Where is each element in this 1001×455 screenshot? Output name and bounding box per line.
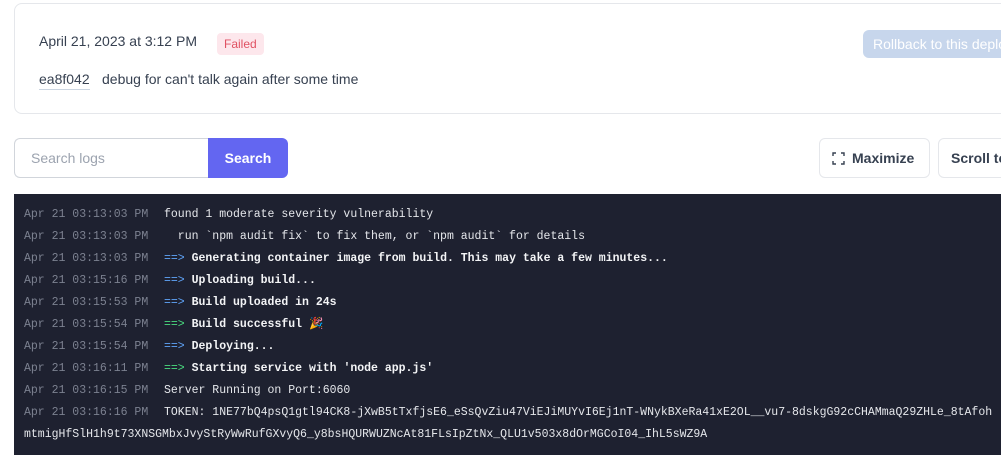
- search-input[interactable]: [14, 138, 210, 178]
- maximize-button[interactable]: Maximize: [819, 138, 930, 178]
- log-line: Apr 21 03:16:16 PM TOKEN: 1NE77bQ4psQ1gtl…: [14, 402, 1001, 424]
- log-message: run `npm audit fix` to fix them, or `npm…: [164, 230, 585, 243]
- deploy-date: April 21, 2023 at 3:12 PM: [39, 33, 197, 49]
- log-line: Apr 21 03:13:03 PM run `npm audit fix` t…: [14, 226, 1001, 248]
- log-panel[interactable]: Apr 21 03:13:03 PM found 1 moderate sever…: [14, 194, 1001, 455]
- log-lines: Apr 21 03:13:03 PM found 1 moderate sever…: [14, 204, 1001, 424]
- log-arrow-icon: ==>: [164, 252, 185, 265]
- log-line: Apr 21 03:15:53 PM ==> Build uploaded in …: [14, 292, 1001, 314]
- deploy-card: April 21, 2023 at 3:12 PM Failed ea8f042…: [14, 3, 1001, 114]
- log-timestamp: Apr 21 03:15:16 PM: [24, 274, 149, 287]
- log-timestamp: Apr 21 03:13:03 PM: [24, 252, 149, 265]
- maximize-icon: [832, 151, 845, 165]
- log-timestamp: Apr 21 03:15:53 PM: [24, 296, 149, 309]
- scroll-to-bottom-button[interactable]: Scroll to bottom: [938, 138, 1001, 178]
- commit-hash-link[interactable]: ea8f042: [39, 70, 90, 90]
- log-message: Generating container image from build. T…: [191, 252, 668, 265]
- log-timestamp: Apr 21 03:16:15 PM: [24, 384, 149, 397]
- log-timestamp: Apr 21 03:15:54 PM: [24, 318, 149, 331]
- log-line-wrap: mtmigHfSlH1h9t73XNSGMbxJvyStRyWwRufGXvyQ…: [24, 428, 708, 441]
- log-message: Deploying...: [191, 340, 275, 353]
- search-button[interactable]: Search: [208, 138, 288, 178]
- log-message: Server Running on Port:6060: [164, 384, 351, 397]
- log-arrow-icon: ==>: [164, 318, 185, 331]
- log-line: Apr 21 03:15:54 PM ==> Build successful 🎉: [14, 314, 1001, 336]
- log-line: Apr 21 03:13:03 PM found 1 moderate sever…: [14, 204, 1001, 226]
- rollback-button[interactable]: Rollback to this deploy: [863, 30, 1001, 58]
- log-line: Apr 21 03:16:11 PM ==> Starting service w…: [14, 358, 1001, 380]
- commit-message: debug for can't talk again after some ti…: [102, 71, 359, 87]
- log-message: TOKEN: 1NE77bQ4psQ1gtl94CK8-jXwB5tTxfjsE…: [164, 406, 993, 419]
- status-badge: Failed: [217, 33, 264, 55]
- log-message: Starting service with 'node app.js': [191, 362, 434, 375]
- log-timestamp: Apr 21 03:13:03 PM: [24, 208, 149, 221]
- log-timestamp: Apr 21 03:16:11 PM: [24, 362, 149, 375]
- log-timestamp: Apr 21 03:16:16 PM: [24, 406, 149, 419]
- log-message: found 1 moderate severity vulnerability: [164, 208, 434, 221]
- log-arrow-icon: ==>: [164, 340, 185, 353]
- maximize-label: Maximize: [852, 150, 915, 166]
- log-message: Build uploaded in 24s: [191, 296, 337, 309]
- log-line: Apr 21 03:13:03 PM ==> Generating contain…: [14, 248, 1001, 270]
- log-message: Uploading build...: [191, 274, 316, 287]
- log-arrow-icon: ==>: [164, 362, 185, 375]
- log-message: Build successful 🎉: [191, 318, 324, 331]
- log-timestamp: Apr 21 03:15:54 PM: [24, 340, 149, 353]
- log-arrow-icon: ==>: [164, 274, 185, 287]
- log-line: Apr 21 03:15:16 PM ==> Uploading build...: [14, 270, 1001, 292]
- log-arrow-icon: ==>: [164, 296, 185, 309]
- log-line: Apr 21 03:15:54 PM ==> Deploying...: [14, 336, 1001, 358]
- log-line: Apr 21 03:16:15 PM Server Running on Port…: [14, 380, 1001, 402]
- log-timestamp: Apr 21 03:13:03 PM: [24, 230, 149, 243]
